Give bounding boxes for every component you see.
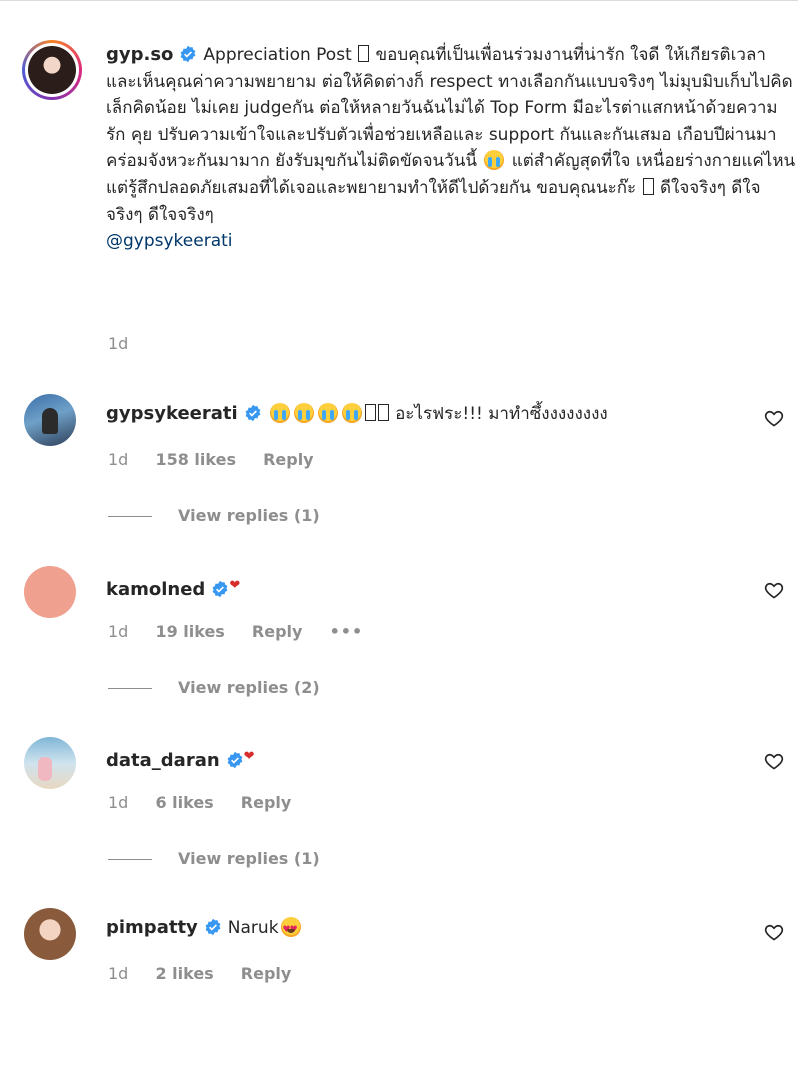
crying-face-icon: [484, 150, 505, 171]
reply-button[interactable]: Reply: [263, 450, 314, 469]
missing-glyph-icon: [364, 404, 376, 421]
missing-glyph-icon: [642, 177, 654, 195]
likes-count[interactable]: 19 likes: [155, 622, 224, 641]
avatar[interactable]: [24, 908, 76, 960]
author-avatar[interactable]: [22, 40, 82, 100]
comment-meta: 1d 158 likes Reply: [108, 450, 336, 469]
verified-badge-icon: [212, 580, 228, 598]
comment-username[interactable]: kamolned: [106, 579, 205, 600]
crying-face-icon: [269, 403, 290, 423]
comment-body: data_daran ❤: [106, 745, 726, 773]
comment-body: gypsykeerati อะไรฟระ!!! มาทำซึ้งงงงงงงง: [106, 402, 726, 426]
reply-button[interactable]: Reply: [241, 793, 292, 812]
comment-meta: 1d 2 likes Reply: [108, 964, 313, 983]
heart-eyes-icon: [280, 917, 301, 942]
comment-time[interactable]: 1d: [108, 964, 128, 983]
likes-count[interactable]: 6 likes: [155, 793, 213, 812]
divider-line: [108, 859, 152, 860]
view-replies-button[interactable]: View replies (1): [108, 849, 320, 868]
comment-username[interactable]: gypsykeerati: [106, 403, 238, 424]
caption-text: gyp.so Appreciation Post ขอบคุณที่เป็นเพื…: [106, 42, 796, 255]
avatar[interactable]: [24, 566, 76, 618]
comment-item: kamolned ❤ 1d 19 likes Reply ••• View rep…: [24, 566, 794, 726]
comment-time[interactable]: 1d: [108, 450, 128, 469]
author-username[interactable]: gyp.so: [106, 44, 173, 65]
post-timestamp[interactable]: 1d: [108, 334, 128, 353]
comment-body: kamolned ❤: [106, 574, 726, 602]
comment-item: gypsykeerati อะไรฟระ!!! มาทำซึ้งงงงงงงง …: [24, 394, 794, 554]
reply-button[interactable]: Reply: [252, 622, 303, 641]
like-heart-icon[interactable]: [764, 922, 784, 942]
view-replies-label: View replies (2): [178, 678, 320, 697]
comment-item: data_daran ❤ 1d 6 likes Reply View replie…: [24, 737, 794, 897]
verified-badge-icon: [227, 751, 243, 769]
like-heart-icon[interactable]: [764, 580, 784, 600]
likes-count[interactable]: 2 likes: [155, 964, 213, 983]
caption-title: Appreciation Post: [203, 45, 352, 65]
comment-body: pimpatty Naruk: [106, 916, 726, 942]
comment-meta: 1d 19 likes Reply •••: [108, 622, 385, 641]
crying-face-icon: [293, 403, 314, 423]
missing-glyph-icon: [358, 45, 370, 62]
like-heart-icon[interactable]: [764, 751, 784, 771]
view-replies-button[interactable]: View replies (2): [108, 678, 320, 697]
view-replies-button[interactable]: View replies (1): [108, 506, 320, 525]
verified-badge-icon: [205, 918, 221, 936]
comment-username[interactable]: data_daran: [106, 750, 220, 771]
top-divider: [0, 0, 798, 1]
divider-line: [108, 688, 152, 689]
comment-time[interactable]: 1d: [108, 622, 128, 641]
missing-glyph-icon: [377, 404, 389, 421]
comment-text: Naruk: [227, 918, 279, 938]
view-replies-label: View replies (1): [178, 506, 320, 525]
comment-time[interactable]: 1d: [108, 793, 128, 812]
crying-face-icon: [317, 403, 338, 423]
comment-username[interactable]: pimpatty: [106, 917, 198, 938]
view-replies-label: View replies (1): [178, 849, 320, 868]
comment-text: อะไรฟระ!!! มาทำซึ้งงงงงงงง: [395, 404, 608, 424]
avatar[interactable]: [24, 737, 76, 789]
likes-count[interactable]: 158 likes: [155, 450, 236, 469]
verified-badge-icon: [245, 404, 261, 422]
more-options-icon[interactable]: •••: [330, 622, 364, 641]
verified-badge-icon: [180, 45, 196, 63]
like-heart-icon[interactable]: [764, 408, 784, 428]
avatar[interactable]: [24, 394, 76, 446]
comment-meta: 1d 6 likes Reply: [108, 793, 313, 812]
divider-line: [108, 516, 152, 517]
red-heart-icon: ❤: [243, 749, 255, 764]
crying-face-icon: [341, 403, 362, 423]
comment-item: pimpatty Naruk 1d 2 likes Reply: [24, 908, 794, 1068]
reply-button[interactable]: Reply: [241, 964, 292, 983]
red-heart-icon: ❤: [229, 578, 241, 593]
mention-link[interactable]: @gypsykeerati: [106, 228, 796, 255]
